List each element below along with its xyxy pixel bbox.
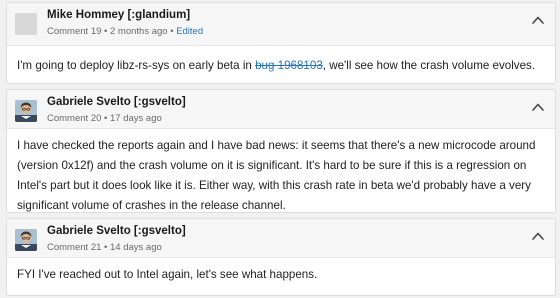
comment-time[interactable]: 14 days ago (110, 242, 162, 253)
comment-body: I'm going to deploy libz-rs-sys on early… (17, 56, 543, 76)
chevron-up-icon[interactable] (531, 13, 545, 25)
comment-body: FYI I've reached out to Intel again, let… (17, 268, 318, 281)
chevron-up-icon[interactable] (531, 100, 545, 112)
comment-author[interactable]: Gabriele Svelto [:gsvelto] (47, 96, 186, 108)
comment-time[interactable]: 2 months ago (110, 26, 168, 37)
comment-number[interactable]: Comment 20 (47, 113, 101, 124)
comment-20: Gabriele Svelto [:gsvelto] Comment 20 • … (6, 89, 556, 213)
avatar[interactable] (15, 229, 37, 251)
comment-meta: Comment 19 • 2 months ago • Edited (47, 26, 203, 37)
comment-header: Gabriele Svelto [:gsvelto] Comment 21 • … (7, 219, 555, 258)
comment-21: Gabriele Svelto [:gsvelto] Comment 21 • … (6, 218, 556, 296)
comment-meta: Comment 20 • 17 days ago (47, 113, 162, 124)
comment-number[interactable]: Comment 19 (47, 26, 101, 37)
bug-link[interactable]: bug 1968103 (255, 59, 323, 72)
chevron-up-icon[interactable] (531, 229, 545, 241)
comment-number[interactable]: Comment 21 (47, 242, 101, 253)
meta-separator: • (104, 26, 108, 37)
avatar[interactable] (15, 100, 37, 122)
meta-separator: • (104, 113, 108, 124)
comment-meta: Comment 21 • 14 days ago (47, 242, 162, 253)
meta-separator: • (104, 242, 108, 253)
comment-body: I have checked the reports again and I h… (17, 139, 536, 212)
comment-text: , we'll see how the crash volume evolves… (322, 59, 536, 72)
comment-time[interactable]: 17 days ago (110, 113, 162, 124)
edited-link[interactable]: Edited (176, 26, 203, 37)
avatar[interactable] (15, 13, 37, 35)
comment-author[interactable]: Mike Hommey [:glandium] (47, 9, 190, 21)
comment-header: Gabriele Svelto [:gsvelto] Comment 20 • … (7, 90, 555, 129)
comment-author[interactable]: Gabriele Svelto [:gsvelto] (47, 225, 186, 237)
comment-text: I'm going to deploy libz-rs-sys on early… (17, 59, 256, 72)
comment-19: Mike Hommey [:glandium] Comment 19 • 2 m… (6, 2, 556, 84)
comment-header: Mike Hommey [:glandium] Comment 19 • 2 m… (7, 3, 555, 46)
meta-separator: • (170, 26, 174, 37)
